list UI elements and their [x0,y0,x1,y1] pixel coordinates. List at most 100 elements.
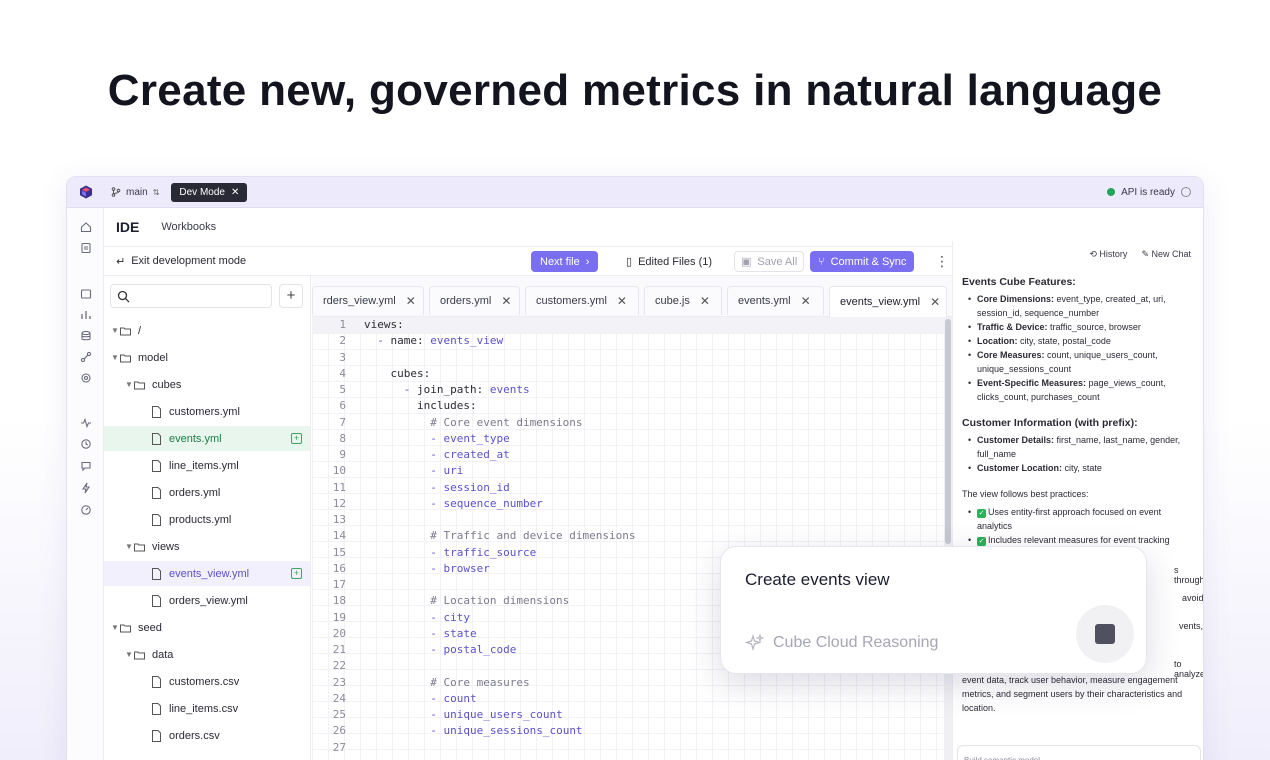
code-line: 25 - unique_users_count [312,707,944,723]
next-file-button[interactable]: Next file › [531,251,599,272]
editor-tab[interactable]: cube.js ✕ [644,286,722,315]
more-options-icon[interactable]: ⋮ [935,254,949,268]
tree-folder[interactable]: ▼ cubes [104,372,310,397]
code-value: city [443,610,470,624]
tree-file[interactable]: events.yml + [104,426,310,451]
code-value: sequence_number [443,496,543,510]
tab-label: rders_view.yml [323,295,396,307]
home-icon[interactable] [80,220,92,233]
tree-label: views [152,540,180,553]
tree-folder[interactable]: ▼ / [104,318,310,343]
history-button[interactable]: ⟲ History [1089,249,1127,260]
tree-label: data [152,648,174,661]
settings-icon[interactable] [80,371,92,383]
line-number: 20 [332,626,346,640]
branch-selector[interactable]: main ⇅ [111,187,159,198]
code-key: includes: [364,399,477,413]
tree-folder[interactable]: ▼ seed [104,615,310,640]
tree-folder[interactable]: ▼ model [104,345,310,370]
editor-tab[interactable]: rders_view.yml ✕ [312,286,424,315]
tree-file[interactable]: customers.csv [104,669,310,694]
close-icon[interactable]: ✕ [930,295,940,309]
file-search-input[interactable] [110,284,272,308]
line-number: 24 [332,691,346,705]
tree-file[interactable]: orders_view.yml [104,588,310,613]
editor-tab[interactable]: events_view.yml ✕ [829,286,947,317]
close-icon[interactable]: ✕ [501,294,511,308]
stop-button[interactable] [1076,605,1134,663]
feature-list: Core Dimensions: event_type, created_at,… [968,292,1198,404]
tree-file[interactable]: orders.csv [104,723,310,748]
chat-icon[interactable] [80,459,92,472]
line-number: 12 [332,496,346,510]
line-number: 1 [339,318,346,331]
chevron-down-icon[interactable]: ▼ [110,623,120,632]
dev-mode-badge[interactable]: Dev Mode ✕ [171,182,248,202]
editor-scrollbar[interactable] [944,317,952,760]
item-label: Customer Location: [977,463,1063,473]
line-number: 23 [332,675,346,689]
save-all-button[interactable]: ▣ Save All [734,251,805,272]
chat-input[interactable]: Build semantic model [957,745,1201,760]
line-number: 4 [339,366,346,380]
tree-file[interactable]: customers.yml [104,399,310,424]
close-icon[interactable]: ✕ [617,294,627,308]
code-key: join_path: [417,383,490,396]
chart-icon[interactable] [80,308,92,320]
scrollbar-thumb[interactable] [945,319,951,544]
chevron-down-icon[interactable]: ▼ [124,542,134,551]
database-icon[interactable] [80,329,92,341]
chevron-down-icon[interactable]: ▼ [124,650,134,659]
editor-tab[interactable]: orders.yml ✕ [429,286,520,315]
chevron-down-icon[interactable]: ▼ [124,380,134,389]
history-icon[interactable] [80,437,92,449]
info-icon[interactable] [1181,187,1191,197]
top-bar: main ⇅ Dev Mode ✕ API is ready [67,177,1203,208]
activity-icon[interactable] [80,416,92,429]
close-icon[interactable]: ✕ [801,294,811,308]
code-key: name: [390,334,431,348]
exit-dev-mode-button[interactable]: ↵ Exit development mode [116,255,246,268]
chevron-down-icon[interactable]: ▼ [110,326,120,335]
tree-file[interactable]: orders.yml [104,480,310,505]
workspace-icon[interactable] [80,287,92,299]
close-icon[interactable]: ✕ [406,294,416,308]
code-value: unique_sessions_count [443,724,583,738]
tab-workbooks[interactable]: Workbooks [161,221,216,233]
link-icon[interactable] [80,350,92,363]
tree-file[interactable]: events_view.yml + [104,561,310,586]
reasoning-status: Cube Cloud Reasoning [745,633,938,653]
tree-folder[interactable]: ▼ data [104,642,310,667]
edited-files-label: Edited Files (1) [638,255,713,268]
chevron-right-icon: › [585,255,590,268]
chevron-down-icon[interactable]: ▼ [110,353,120,362]
edited-files-button[interactable]: ▯ Edited Files (1) [620,251,718,272]
list-item: Core Dimensions: event_type, created_at,… [968,292,1198,320]
section-title: Customer Information (with prefix): [962,417,1138,429]
file-icon [151,459,162,472]
file-icon [151,405,162,418]
partial-text: avoid [1182,593,1204,603]
code-dash: - [430,480,444,494]
code-area[interactable]: 1 views: 2 - name: events_view 3 4 cubes: 5 -… [312,317,944,760]
close-icon[interactable]: ✕ [231,187,239,198]
tree-file[interactable]: line_items.yml [104,453,310,478]
new-chat-button[interactable]: ✎ New Chat [1141,249,1191,260]
editor-tab[interactable]: events.yml ✕ [727,286,824,315]
feature-list: Customer Details: first_name, last_name,… [968,433,1198,475]
notebook-icon[interactable] [80,241,92,254]
line-number: 19 [332,610,346,624]
bolt-icon[interactable] [80,481,92,494]
editor-tab[interactable]: customers.yml ✕ [525,286,639,315]
tree-file[interactable]: line_items.csv [104,696,310,721]
code-value: event_type [443,431,510,445]
add-file-button[interactable]: + [279,284,303,308]
close-icon[interactable]: ✕ [700,294,710,308]
gauge-icon[interactable] [80,503,92,515]
tree-file[interactable]: products.yml [104,507,310,532]
tree-folder[interactable]: ▼ views [104,534,310,559]
line-number: 21 [332,643,346,656]
commit-sync-button[interactable]: ⑂ Commit & Sync [810,251,915,272]
tab-ide[interactable]: IDE [116,219,139,235]
